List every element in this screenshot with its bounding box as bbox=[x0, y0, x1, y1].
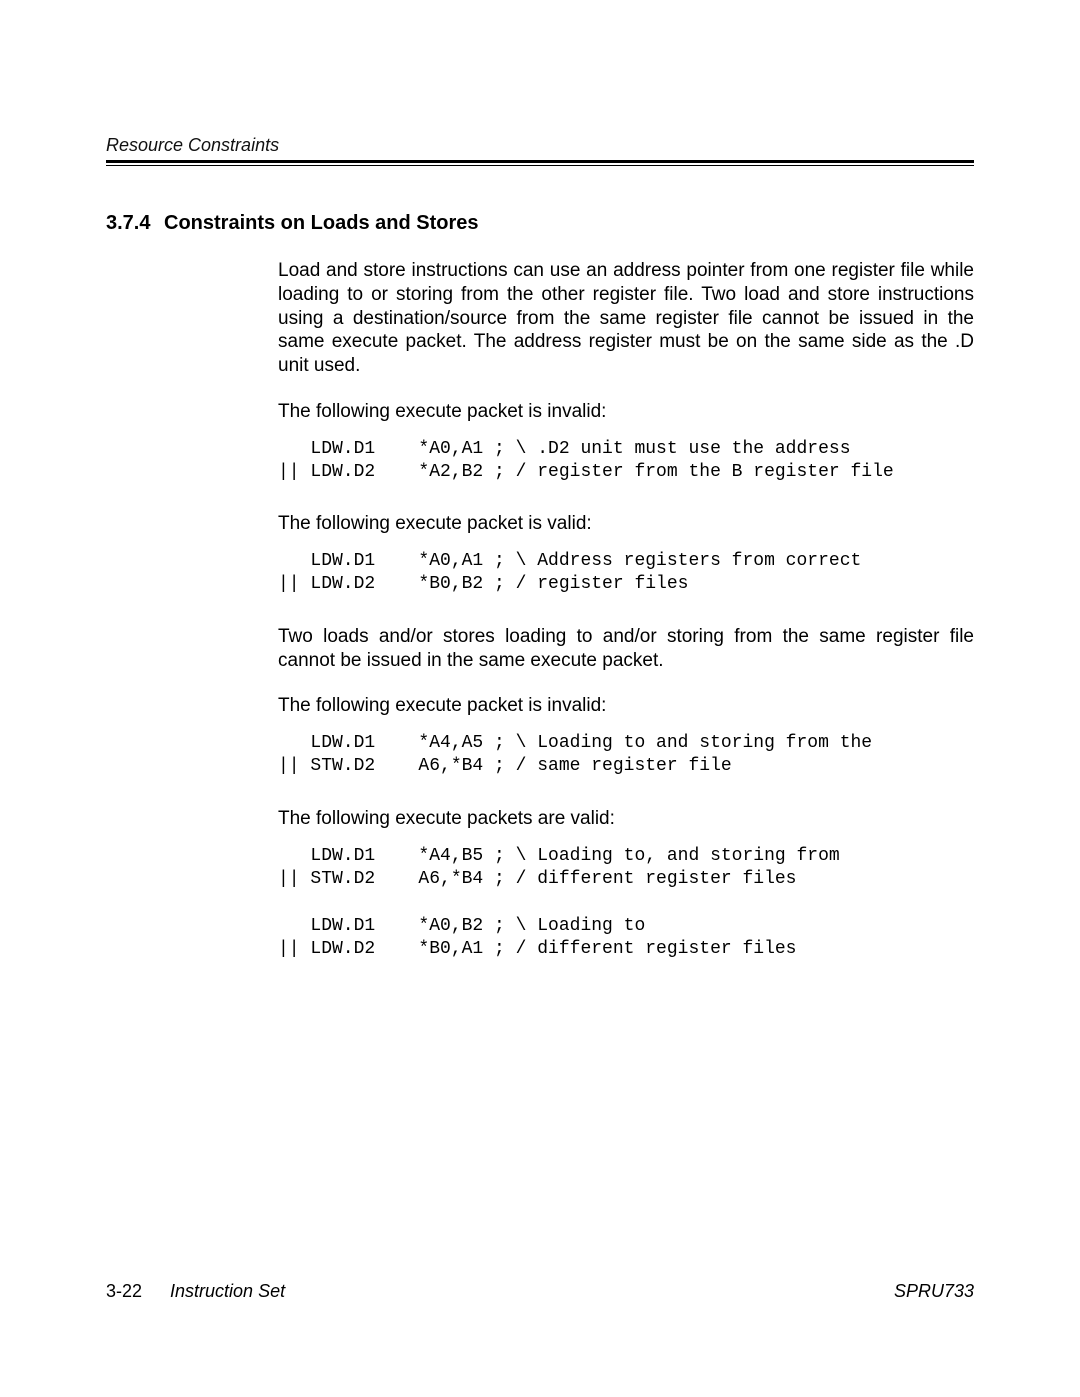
code-block: LDW.D1 *A4,A5 ; \ Loading to and storing… bbox=[278, 732, 974, 779]
paragraph: Load and store instructions can use an a… bbox=[278, 259, 974, 378]
paragraph: The following execute packet is invalid: bbox=[278, 694, 974, 718]
code-block: LDW.D1 *A0,A1 ; \ Address registers from… bbox=[278, 550, 974, 597]
section-heading: 3.7.4Constraints on Loads and Stores bbox=[106, 212, 974, 235]
footer-left: 3-22 Instruction Set bbox=[106, 1281, 285, 1302]
paragraph: The following execute packet is valid: bbox=[278, 512, 974, 536]
header-rule-thin bbox=[106, 165, 974, 166]
document-id: SPRU733 bbox=[894, 1281, 974, 1302]
running-header: Resource Constraints bbox=[106, 135, 974, 156]
chapter-title: Instruction Set bbox=[170, 1281, 285, 1302]
page: Resource Constraints 3.7.4Constraints on… bbox=[0, 0, 1080, 1397]
section-number: 3.7.4 bbox=[106, 212, 164, 235]
paragraph: The following execute packet is invalid: bbox=[278, 400, 974, 424]
code-block: LDW.D1 *A4,B5 ; \ Loading to, and storin… bbox=[278, 845, 974, 962]
paragraph: The following execute packets are valid: bbox=[278, 807, 974, 831]
section-title: Constraints on Loads and Stores bbox=[164, 212, 478, 234]
page-number: 3-22 bbox=[106, 1281, 142, 1302]
code-block: LDW.D1 *A0,A1 ; \ .D2 unit must use the … bbox=[278, 438, 974, 485]
page-footer: 3-22 Instruction Set SPRU733 bbox=[106, 1281, 974, 1302]
header-rule-thick bbox=[106, 160, 974, 163]
body-block: Load and store instructions can use an a… bbox=[278, 259, 974, 962]
paragraph: Two loads and/or stores loading to and/o… bbox=[278, 625, 974, 673]
